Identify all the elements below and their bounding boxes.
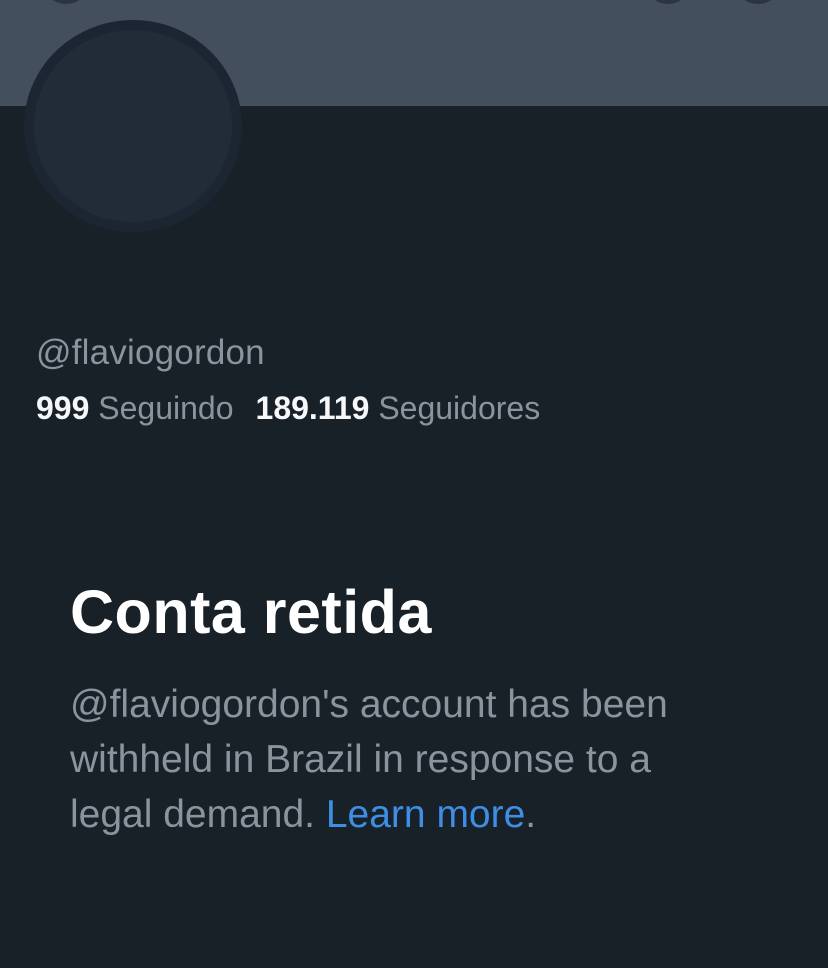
profile-handle: @flaviogordon	[36, 333, 265, 372]
back-button[interactable]	[44, 0, 88, 4]
avatar[interactable]	[24, 20, 242, 232]
withheld-message: @flaviogordon's account has been withhel…	[70, 677, 710, 842]
search-button[interactable]	[646, 0, 690, 4]
trailing-period: .	[525, 793, 537, 836]
following-label: Seguindo	[98, 390, 234, 426]
withheld-title: Conta retida	[70, 578, 432, 646]
profile-page: @flaviogordon 999 Seguindo 189.119 Seguid…	[0, 0, 828, 968]
followers-link[interactable]: 189.119 Seguidores	[256, 390, 541, 426]
following-link[interactable]: 999 Seguindo	[36, 390, 234, 426]
following-count: 999	[36, 390, 90, 426]
followers-count: 189.119	[255, 390, 370, 426]
learn-more-link[interactable]: Learn more	[326, 793, 525, 836]
followers-label: Seguidores	[378, 390, 541, 426]
more-options-button[interactable]	[736, 0, 780, 4]
follow-stats: 999 Seguindo 189.119 Seguidores	[36, 390, 540, 427]
